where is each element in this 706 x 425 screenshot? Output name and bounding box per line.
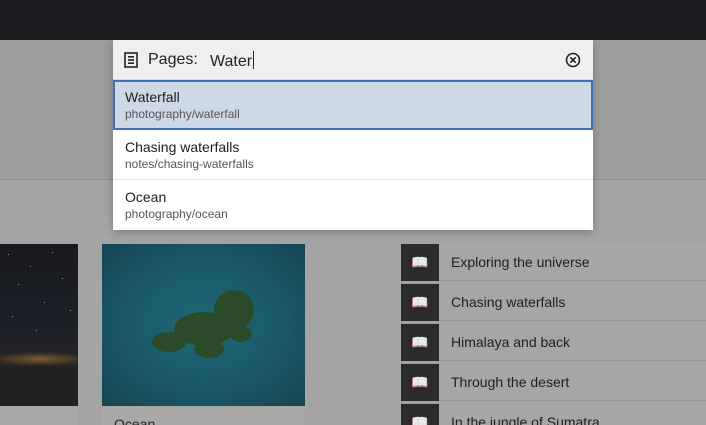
pages-icon xyxy=(124,52,138,68)
list-item[interactable]: 📖 Exploring the universe xyxy=(401,244,706,281)
result-title: Waterfall xyxy=(125,89,180,105)
book-icon: 📖 xyxy=(401,364,439,401)
list-item[interactable]: 📖 Chasing waterfalls xyxy=(401,284,706,321)
photo-card-ocean[interactable]: Ocean xyxy=(102,244,305,425)
result-title: Ocean xyxy=(125,189,167,205)
result-item-waterfall[interactable]: Waterfall photography/waterfall xyxy=(113,80,593,130)
text-cursor xyxy=(253,51,255,69)
result-path: notes/chasing-waterfalls xyxy=(125,157,254,171)
search-scope-label: Pages: xyxy=(148,51,198,68)
clear-icon[interactable] xyxy=(565,52,581,68)
list-item[interactable]: 📖 Himalaya and back xyxy=(401,324,706,361)
search-input[interactable]: Water xyxy=(210,51,255,71)
result-title: Chasing waterfalls xyxy=(125,139,240,155)
result-item-chasing-waterfalls[interactable]: Chasing waterfalls notes/chasing-waterfa… xyxy=(113,130,593,180)
result-path: photography/ocean xyxy=(125,207,228,221)
card-caption: Ocean xyxy=(114,416,156,425)
book-icon: 📖 xyxy=(401,324,439,361)
list-item[interactable]: 📖 Through the desert xyxy=(401,364,706,401)
book-icon: 📖 xyxy=(401,284,439,321)
result-path: photography/waterfall xyxy=(125,107,240,121)
photo-card-night[interactable] xyxy=(0,244,78,425)
command-palette: Pages: Water Waterfall photography/water… xyxy=(113,40,593,230)
palette-search-bar: Pages: Water xyxy=(113,40,593,80)
list-item[interactable]: 📖 In the jungle of Sumatra xyxy=(401,404,706,425)
ocean-image xyxy=(102,244,305,406)
result-item-ocean[interactable]: Ocean photography/ocean xyxy=(113,180,593,230)
top-bar xyxy=(0,0,706,40)
book-icon: 📖 xyxy=(401,404,439,425)
book-icon: 📖 xyxy=(401,244,439,281)
night-sky-image xyxy=(0,244,78,406)
